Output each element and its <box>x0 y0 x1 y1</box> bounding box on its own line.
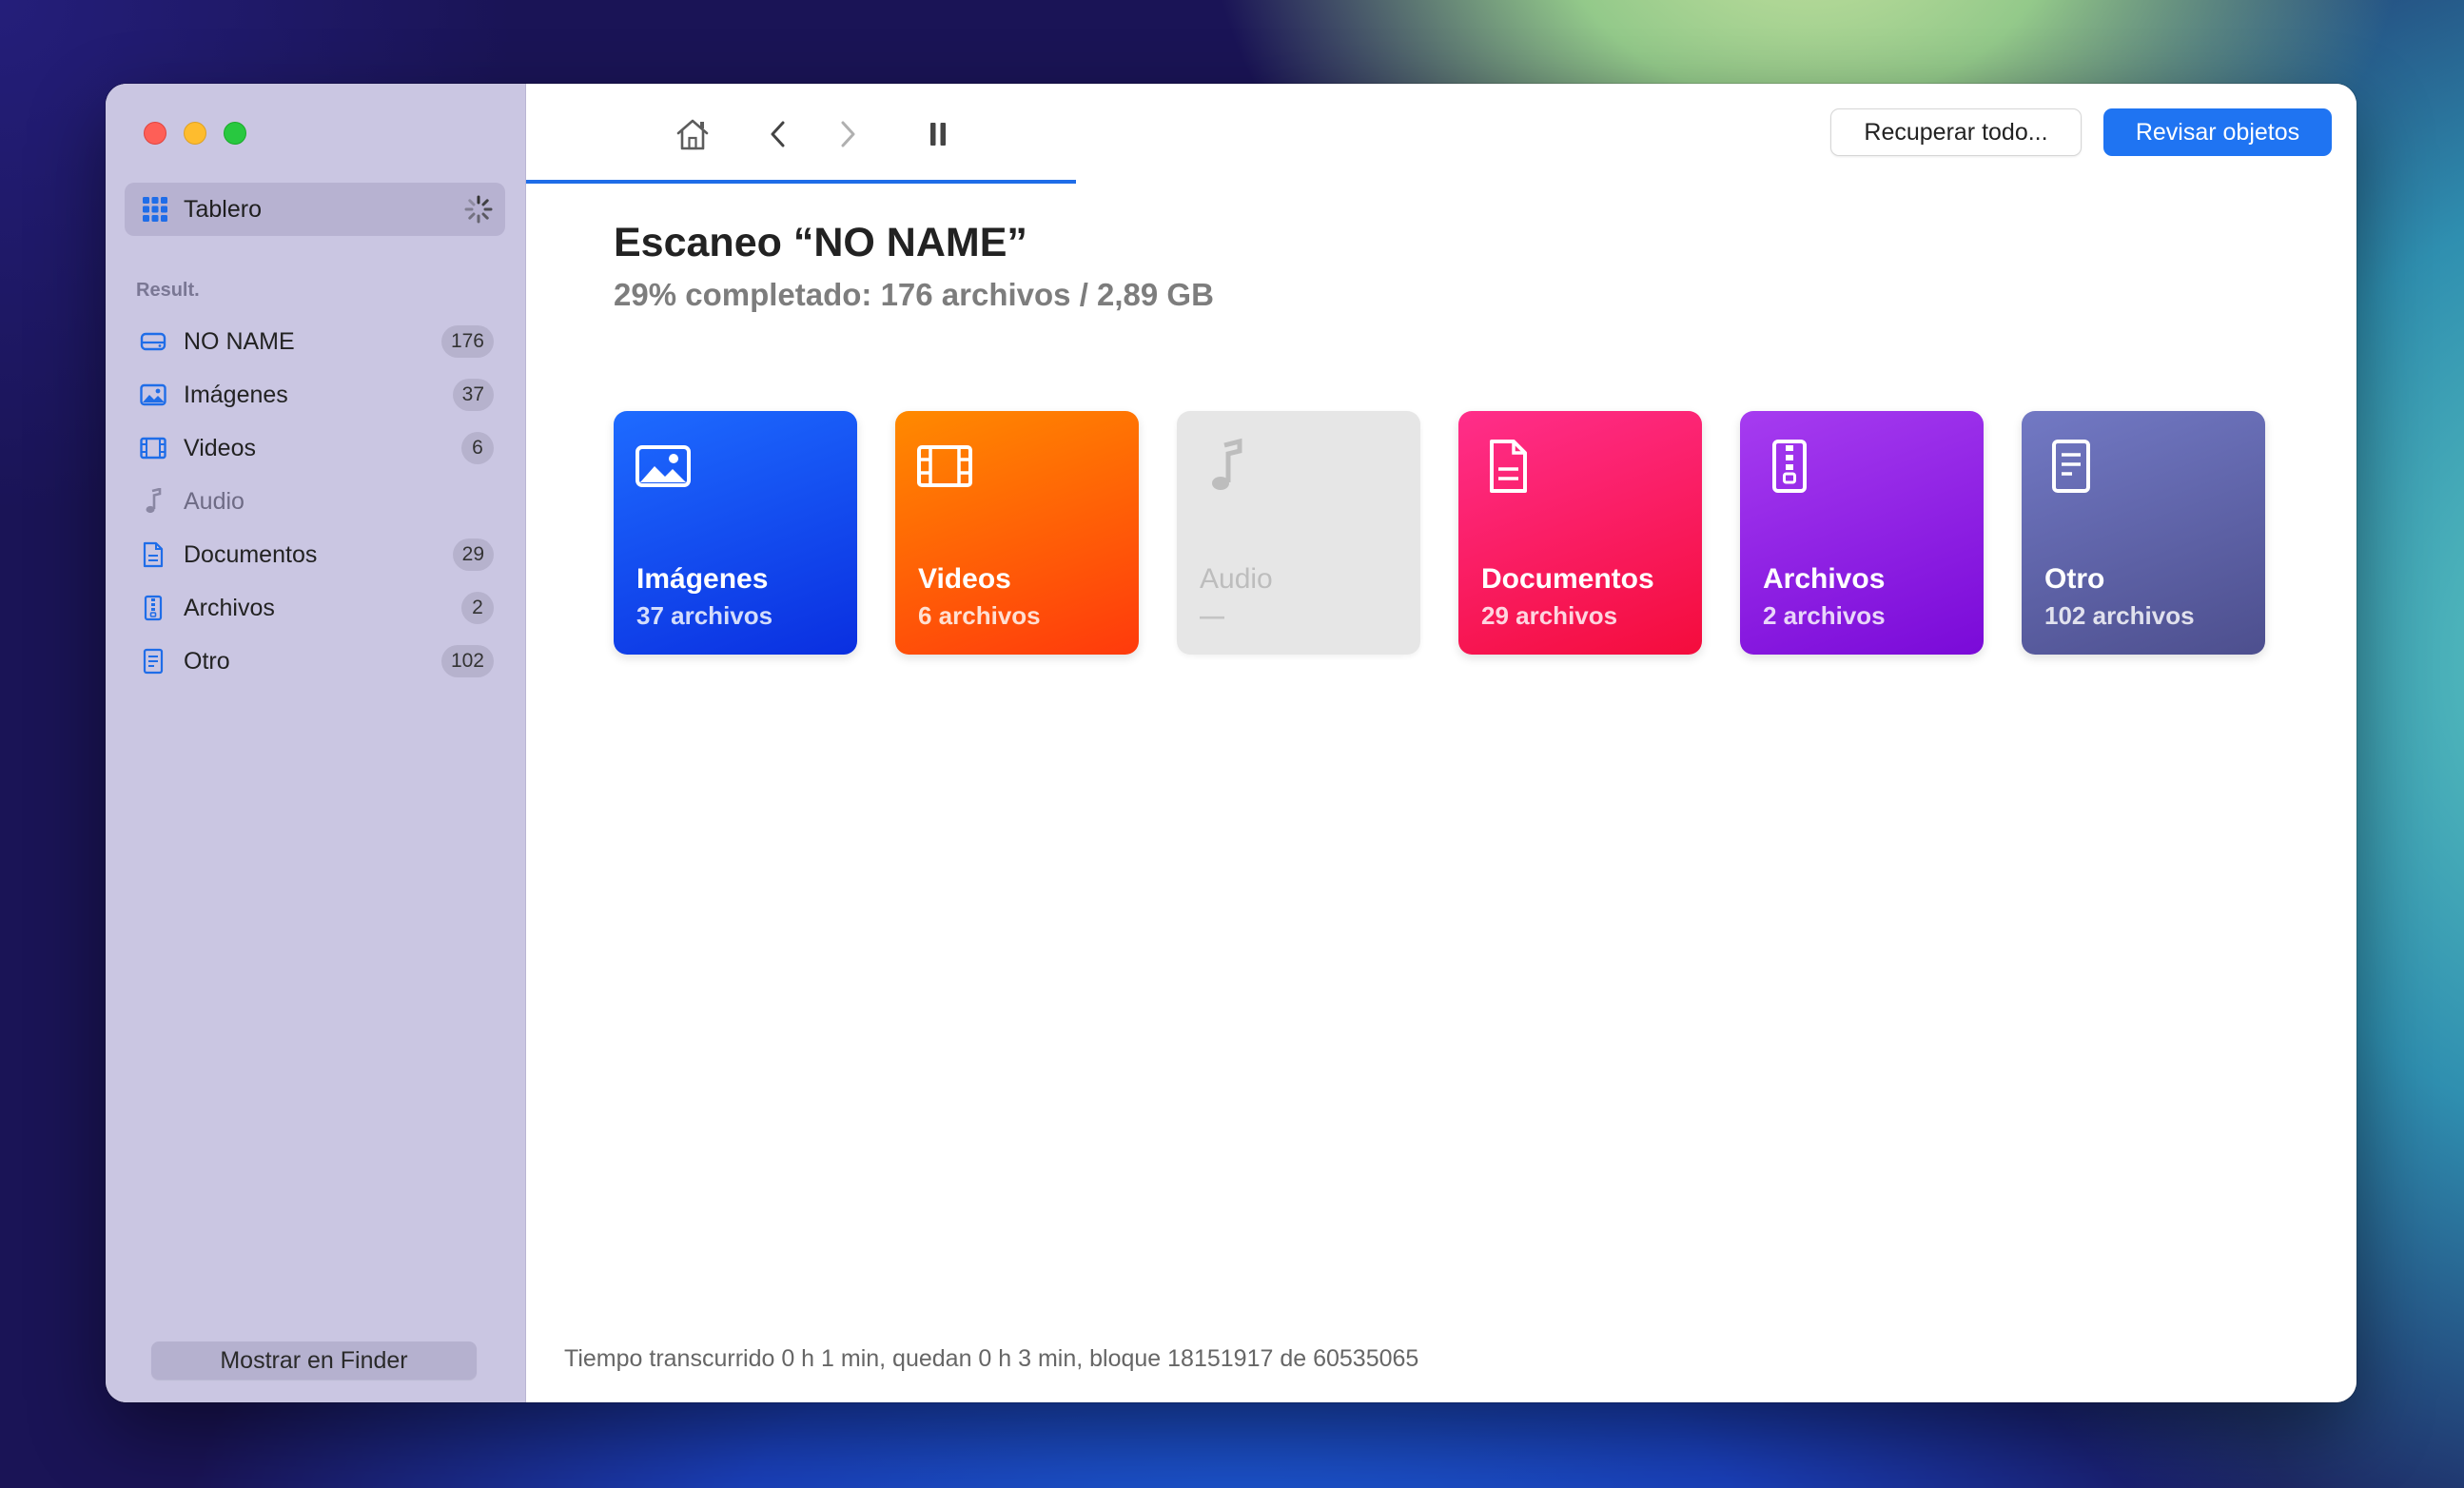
card-title: Documentos <box>1481 563 1654 595</box>
review-items-button[interactable]: Revisar objetos <box>2103 108 2332 156</box>
card-subtitle: 37 archivos <box>636 601 773 630</box>
show-in-finder-button[interactable]: Mostrar en Finder <box>151 1341 477 1380</box>
document-icon <box>1490 440 1527 493</box>
film-icon <box>140 435 166 461</box>
card-videos[interactable]: Videos 6 archivos <box>895 411 1139 655</box>
card-title: Otro <box>2044 563 2105 595</box>
music-note-icon <box>140 488 166 515</box>
dashboard-label: Tablero <box>184 195 262 223</box>
sidebar-item-videos[interactable]: Videos 6 <box>140 424 505 472</box>
sidebar-item-audio[interactable]: Audio <box>140 478 505 525</box>
status-bar-text: Tiempo transcurrido 0 h 1 min, quedan 0 … <box>564 1345 1419 1372</box>
sidebar-item-label: Videos <box>184 434 256 461</box>
home-button[interactable] <box>671 112 714 156</box>
sidebar-item-label: Imágenes <box>184 381 288 408</box>
other-file-icon <box>140 648 166 675</box>
count-badge: 29 <box>452 538 494 571</box>
drive-icon <box>140 328 166 355</box>
other-file-icon <box>2052 440 2090 493</box>
pause-button[interactable] <box>916 112 960 156</box>
window-controls <box>144 122 246 145</box>
card-documents[interactable]: Documentos 29 archivos <box>1458 411 1702 655</box>
main-content: Recuperar todo... Revisar objetos Escane… <box>526 84 2356 1402</box>
archive-icon <box>1772 440 1807 493</box>
grid-icon <box>143 197 167 222</box>
sidebar: Tablero Result. NO NAME 176 Imágenes 37 … <box>106 84 526 1402</box>
forward-icon <box>841 121 855 147</box>
sidebar-item-label: Otro <box>184 647 230 675</box>
card-archives[interactable]: Archivos 2 archivos <box>1740 411 1984 655</box>
pause-icon <box>930 123 946 146</box>
back-button[interactable] <box>756 112 800 156</box>
home-icon <box>676 119 709 150</box>
card-title: Imágenes <box>636 563 769 595</box>
loading-spinner-icon <box>464 195 493 224</box>
sidebar-item-dashboard[interactable]: Tablero <box>125 183 505 236</box>
card-audio: Audio — <box>1177 411 1420 655</box>
count-badge: 2 <box>461 592 494 624</box>
page-title: Escaneo “NO NAME” <box>614 220 1027 265</box>
card-other[interactable]: Otro 102 archivos <box>2022 411 2265 655</box>
forward-button[interactable] <box>826 112 870 156</box>
film-icon <box>917 445 972 487</box>
count-badge: 176 <box>440 325 494 358</box>
sidebar-item-images[interactable]: Imágenes 37 <box>140 371 505 419</box>
recover-all-button[interactable]: Recuperar todo... <box>1830 108 2082 156</box>
archive-icon <box>140 595 166 621</box>
document-icon <box>140 541 166 568</box>
back-icon <box>771 121 785 147</box>
music-note-icon <box>1212 438 1242 490</box>
app-window: Tablero Result. NO NAME 176 Imágenes 37 … <box>106 84 2356 1402</box>
card-subtitle: 29 archivos <box>1481 601 1618 630</box>
sidebar-item-no-name[interactable]: NO NAME 176 <box>140 318 505 365</box>
card-subtitle: 102 archivos <box>2044 601 2195 630</box>
sidebar-item-label: Archivos <box>184 594 275 621</box>
card-subtitle: 2 archivos <box>1763 601 1886 630</box>
count-badge: 37 <box>452 379 494 411</box>
zoom-button[interactable] <box>224 122 246 145</box>
scan-progress-text: 29% completado: 176 archivos / 2,89 GB <box>614 277 1214 312</box>
sidebar-item-archives[interactable]: Archivos 2 <box>140 584 505 632</box>
card-subtitle: — <box>1200 601 1224 630</box>
count-badge: 102 <box>440 645 494 677</box>
minimize-button[interactable] <box>184 122 206 145</box>
card-title: Audio <box>1200 563 1273 595</box>
image-icon <box>636 445 691 487</box>
card-title: Videos <box>918 563 1011 595</box>
sidebar-item-label: Audio <box>184 487 244 515</box>
image-icon <box>140 382 166 408</box>
count-badge: 6 <box>461 432 494 464</box>
sidebar-item-other[interactable]: Otro 102 <box>140 637 505 685</box>
results-section-title: Result. <box>136 280 200 301</box>
card-images[interactable]: Imágenes 37 archivos <box>614 411 857 655</box>
close-button[interactable] <box>144 122 166 145</box>
scan-progress-bar <box>526 180 1076 184</box>
card-title: Archivos <box>1763 563 1886 595</box>
card-subtitle: 6 archivos <box>918 601 1041 630</box>
sidebar-item-label: NO NAME <box>184 327 295 355</box>
sidebar-item-documents[interactable]: Documentos 29 <box>140 531 505 578</box>
sidebar-item-label: Documentos <box>184 540 318 568</box>
